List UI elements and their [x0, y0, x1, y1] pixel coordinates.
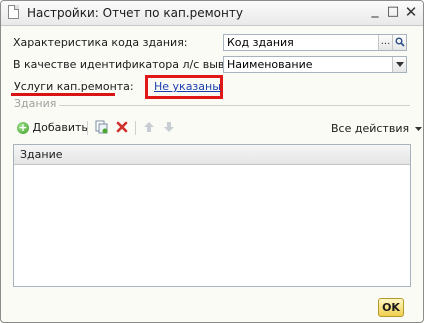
- select-button[interactable]: ...: [378, 35, 392, 50]
- add-icon: +: [17, 121, 29, 134]
- services-link[interactable]: Не указаны: [154, 80, 221, 93]
- search-button[interactable]: [392, 35, 406, 50]
- buildings-table[interactable]: Здание: [13, 144, 411, 287]
- close-button[interactable]: ✕: [403, 4, 419, 20]
- chevron-down-icon: [395, 62, 404, 67]
- ok-button[interactable]: OK: [378, 298, 404, 317]
- document-icon: [8, 5, 19, 19]
- move-up-icon[interactable]: [143, 121, 155, 133]
- identifier-value: Наименование: [227, 58, 313, 71]
- identifier-select[interactable]: Наименование: [223, 56, 407, 73]
- minimize-button[interactable]: _: [367, 2, 383, 18]
- ellipsis-icon: ...: [380, 36, 391, 47]
- table-header: Здание: [14, 145, 410, 165]
- column-header-building[interactable]: Здание: [20, 148, 63, 161]
- delete-icon[interactable]: [116, 121, 128, 133]
- add-button-label: Добавить: [32, 121, 88, 134]
- buildings-group-title: Здания: [14, 97, 57, 110]
- services-label: Услуги кап.ремонта:: [14, 80, 134, 93]
- toolbar-separator: [87, 121, 88, 135]
- copy-icon[interactable]: [95, 120, 108, 134]
- group-divider: [59, 105, 410, 106]
- building-code-value: Код здания: [227, 36, 294, 49]
- all-actions-menu[interactable]: Все действия: [331, 122, 422, 135]
- title-bar: Настройки: Отчет по кап.ремонту _ □ ✕: [1, 1, 423, 26]
- red-underline-annotation: [11, 93, 115, 96]
- building-code-label: Характеристика кода здания:: [13, 36, 188, 49]
- move-down-icon[interactable]: [163, 121, 175, 133]
- window-title: Настройки: Отчет по кап.ремонту: [27, 6, 243, 20]
- maximize-button[interactable]: □: [385, 4, 401, 20]
- magnifier-icon: [395, 37, 405, 47]
- settings-dialog: Настройки: Отчет по кап.ремонту _ □ ✕ Ха…: [0, 0, 424, 323]
- chevron-down-icon: [414, 126, 422, 131]
- dropdown-button[interactable]: [392, 57, 406, 72]
- add-button[interactable]: + Добавить: [17, 121, 88, 134]
- all-actions-label: Все действия: [331, 122, 410, 135]
- building-code-field[interactable]: Код здания ...: [223, 34, 407, 51]
- toolbar-separator: [135, 121, 136, 135]
